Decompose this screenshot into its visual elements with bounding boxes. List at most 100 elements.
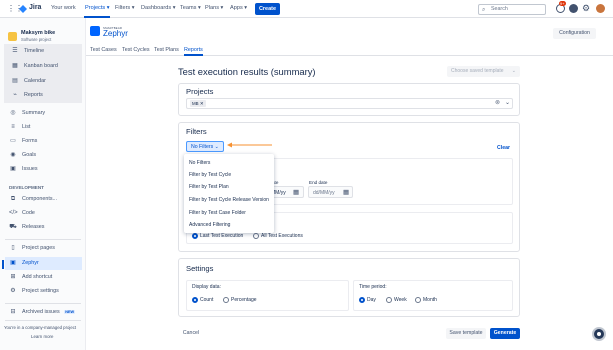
tabs-divider: [86, 55, 613, 56]
add-shortcut-icon: ⊞: [10, 274, 16, 280]
sidebar-item-forms[interactable]: ▭ Forms: [0, 135, 85, 148]
month-label: Month: [423, 297, 437, 303]
filter-type-button[interactable]: No Filters ⌄: [186, 141, 224, 152]
dropdown-option-advanced[interactable]: Advanced Filtering: [186, 219, 272, 231]
sidebar-item-releases[interactable]: ⛟ Releases: [0, 221, 85, 234]
settings-icon: ⚙: [10, 288, 16, 294]
tab-test-plans[interactable]: Test Plans: [154, 47, 179, 53]
dropdown-option-test-plan[interactable]: Filter by Test Plan: [186, 181, 272, 193]
page-title: Test execution results (summary): [178, 66, 316, 77]
clear-filters-link[interactable]: Clear: [497, 145, 510, 151]
help-icon[interactable]: [569, 4, 578, 13]
reports-icon: ⌁: [13, 92, 17, 98]
learn-more-link[interactable]: Learn more: [31, 334, 53, 339]
month-radio[interactable]: [415, 297, 421, 303]
dropdown-option-test-cycle[interactable]: Filter by Test Cycle: [186, 169, 272, 181]
goals-icon: ◉: [10, 152, 16, 158]
archive-icon: ⊟: [10, 309, 16, 315]
app-switcher-icon[interactable]: ⋮⋮: [7, 5, 23, 13]
sidebar-item-components[interactable]: ⧉ Components...: [0, 193, 85, 206]
remove-tag-icon[interactable]: ✕: [200, 101, 204, 106]
sidebar-item-project-pages[interactable]: ▯ Project pages: [0, 242, 85, 255]
generate-button[interactable]: Generate: [490, 328, 520, 339]
board-icon: ▦: [12, 63, 18, 69]
jira-logo-icon[interactable]: [19, 5, 27, 13]
saved-template-placeholder: Choose saved template: [451, 68, 504, 74]
project-name[interactable]: Maksym bike: [21, 30, 55, 36]
configuration-button[interactable]: Configuration: [553, 28, 596, 39]
last-test-execution-radio[interactable]: [192, 233, 198, 239]
chevron-down-icon: ⌄: [214, 144, 219, 150]
calendar-icon: ▤: [12, 78, 18, 84]
count-radio[interactable]: [192, 297, 198, 303]
saved-template-select[interactable]: Choose saved template ⌄: [447, 66, 520, 77]
time-period-label: Time period:: [359, 284, 387, 290]
nav-projects[interactable]: Projects ▾: [85, 5, 110, 11]
nav-your-work[interactable]: Your work: [51, 5, 76, 11]
save-template-button[interactable]: Save template: [446, 328, 486, 339]
settings-gear-icon[interactable]: ⚙: [582, 3, 590, 13]
list-icon: ≡: [11, 124, 15, 130]
nav-plans[interactable]: Plans ▾: [205, 5, 223, 11]
projects-select[interactable]: MB ✕ ⊗ ⌄: [186, 98, 513, 109]
settings-heading: Settings: [186, 264, 214, 273]
nav-teams[interactable]: Teams ▾: [180, 5, 201, 11]
top-navigation: ⋮⋮ Jira Your work Projects ▾ Filters ▾ D…: [0, 0, 613, 18]
all-test-executions-label: All Test Executions: [261, 233, 303, 239]
active-tab-indicator: [184, 54, 203, 56]
chevron-down-icon[interactable]: ⌄: [505, 99, 510, 106]
selected-indicator: [2, 260, 4, 269]
project-type: Software project: [21, 37, 52, 42]
calendar-icon[interactable]: ▦: [293, 188, 299, 196]
chevron-down-icon: ⌄: [511, 68, 516, 74]
project-tag[interactable]: MB ✕: [190, 100, 206, 107]
avatar[interactable]: [596, 4, 605, 13]
sidebar-item-goals[interactable]: ◉ Goals: [0, 149, 85, 162]
day-radio[interactable]: [359, 297, 365, 303]
components-icon: ⧉: [10, 196, 16, 202]
sidebar-item-kanban[interactable]: ▦ Kanban board: [2, 60, 82, 73]
project-sidebar: Maksym bike Software project ☰ Timeline ▦…: [0, 18, 86, 350]
all-test-executions-radio[interactable]: [253, 233, 259, 239]
sidebar-item-summary[interactable]: ◎ Summary: [0, 107, 85, 120]
create-button[interactable]: Create: [255, 3, 280, 15]
nav-dashboards[interactable]: Dashboards ▾: [141, 5, 176, 11]
dropdown-option-case-folder[interactable]: Filter by Test Case Folder: [186, 207, 272, 219]
development-heading: DEVELOPMENT: [9, 185, 44, 190]
sidebar-item-project-settings[interactable]: ⚙ Project settings: [0, 285, 85, 298]
cancel-button[interactable]: Cancel: [180, 328, 202, 339]
project-avatar[interactable]: [8, 32, 17, 41]
sidebar-item-issues[interactable]: ▣ Issues: [0, 163, 85, 176]
sidebar-item-code[interactable]: </> Code: [0, 207, 85, 220]
globe-icon: ◎: [10, 110, 16, 116]
sidebar-item-reports[interactable]: ⌁ Reports: [2, 89, 82, 102]
tab-test-cases[interactable]: Test Cases: [90, 47, 117, 53]
sidebar-item-list[interactable]: ≡ List: [0, 121, 85, 134]
dropdown-option-release-version[interactable]: Filter by Test Cycle Release Version: [186, 194, 272, 206]
jira-logo-text[interactable]: Jira: [29, 4, 41, 11]
sidebar-item-zephyr[interactable]: ▣ Zephyr: [5, 257, 82, 270]
timeline-icon: ☰: [12, 48, 18, 54]
tab-test-cycles[interactable]: Test Cycles: [122, 47, 150, 53]
dropdown-option-no-filters[interactable]: No Filters: [186, 157, 272, 169]
search-input[interactable]: ⌕ Search: [478, 4, 546, 15]
tab-reports[interactable]: Reports: [184, 47, 203, 53]
clear-icon[interactable]: ⊗: [495, 99, 500, 106]
end-date-input[interactable]: dd/MM/yy ▦: [308, 186, 353, 198]
calendar-icon[interactable]: ▦: [343, 188, 349, 196]
zephyr-logo-icon: [90, 26, 100, 36]
day-label: Day: [367, 297, 376, 303]
nav-apps[interactable]: Apps ▾: [230, 5, 247, 11]
percentage-radio[interactable]: [223, 297, 229, 303]
sidebar-divider: [5, 303, 81, 304]
search-placeholder: Search: [491, 6, 508, 12]
week-radio[interactable]: [386, 297, 392, 303]
filters-heading: Filters: [186, 127, 207, 136]
sidebar-item-archived-issues[interactable]: ⊟ Archived issues NEW: [0, 306, 85, 319]
sidebar-item-calendar[interactable]: ▤ Calendar: [2, 75, 82, 88]
new-badge: NEW: [64, 310, 76, 314]
sidebar-item-add-shortcut[interactable]: ⊞ Add shortcut: [0, 271, 85, 284]
sidebar-item-timeline[interactable]: ☰ Timeline: [2, 45, 82, 58]
sidebar-divider: [5, 239, 81, 240]
nav-filters[interactable]: Filters ▾: [115, 5, 135, 11]
